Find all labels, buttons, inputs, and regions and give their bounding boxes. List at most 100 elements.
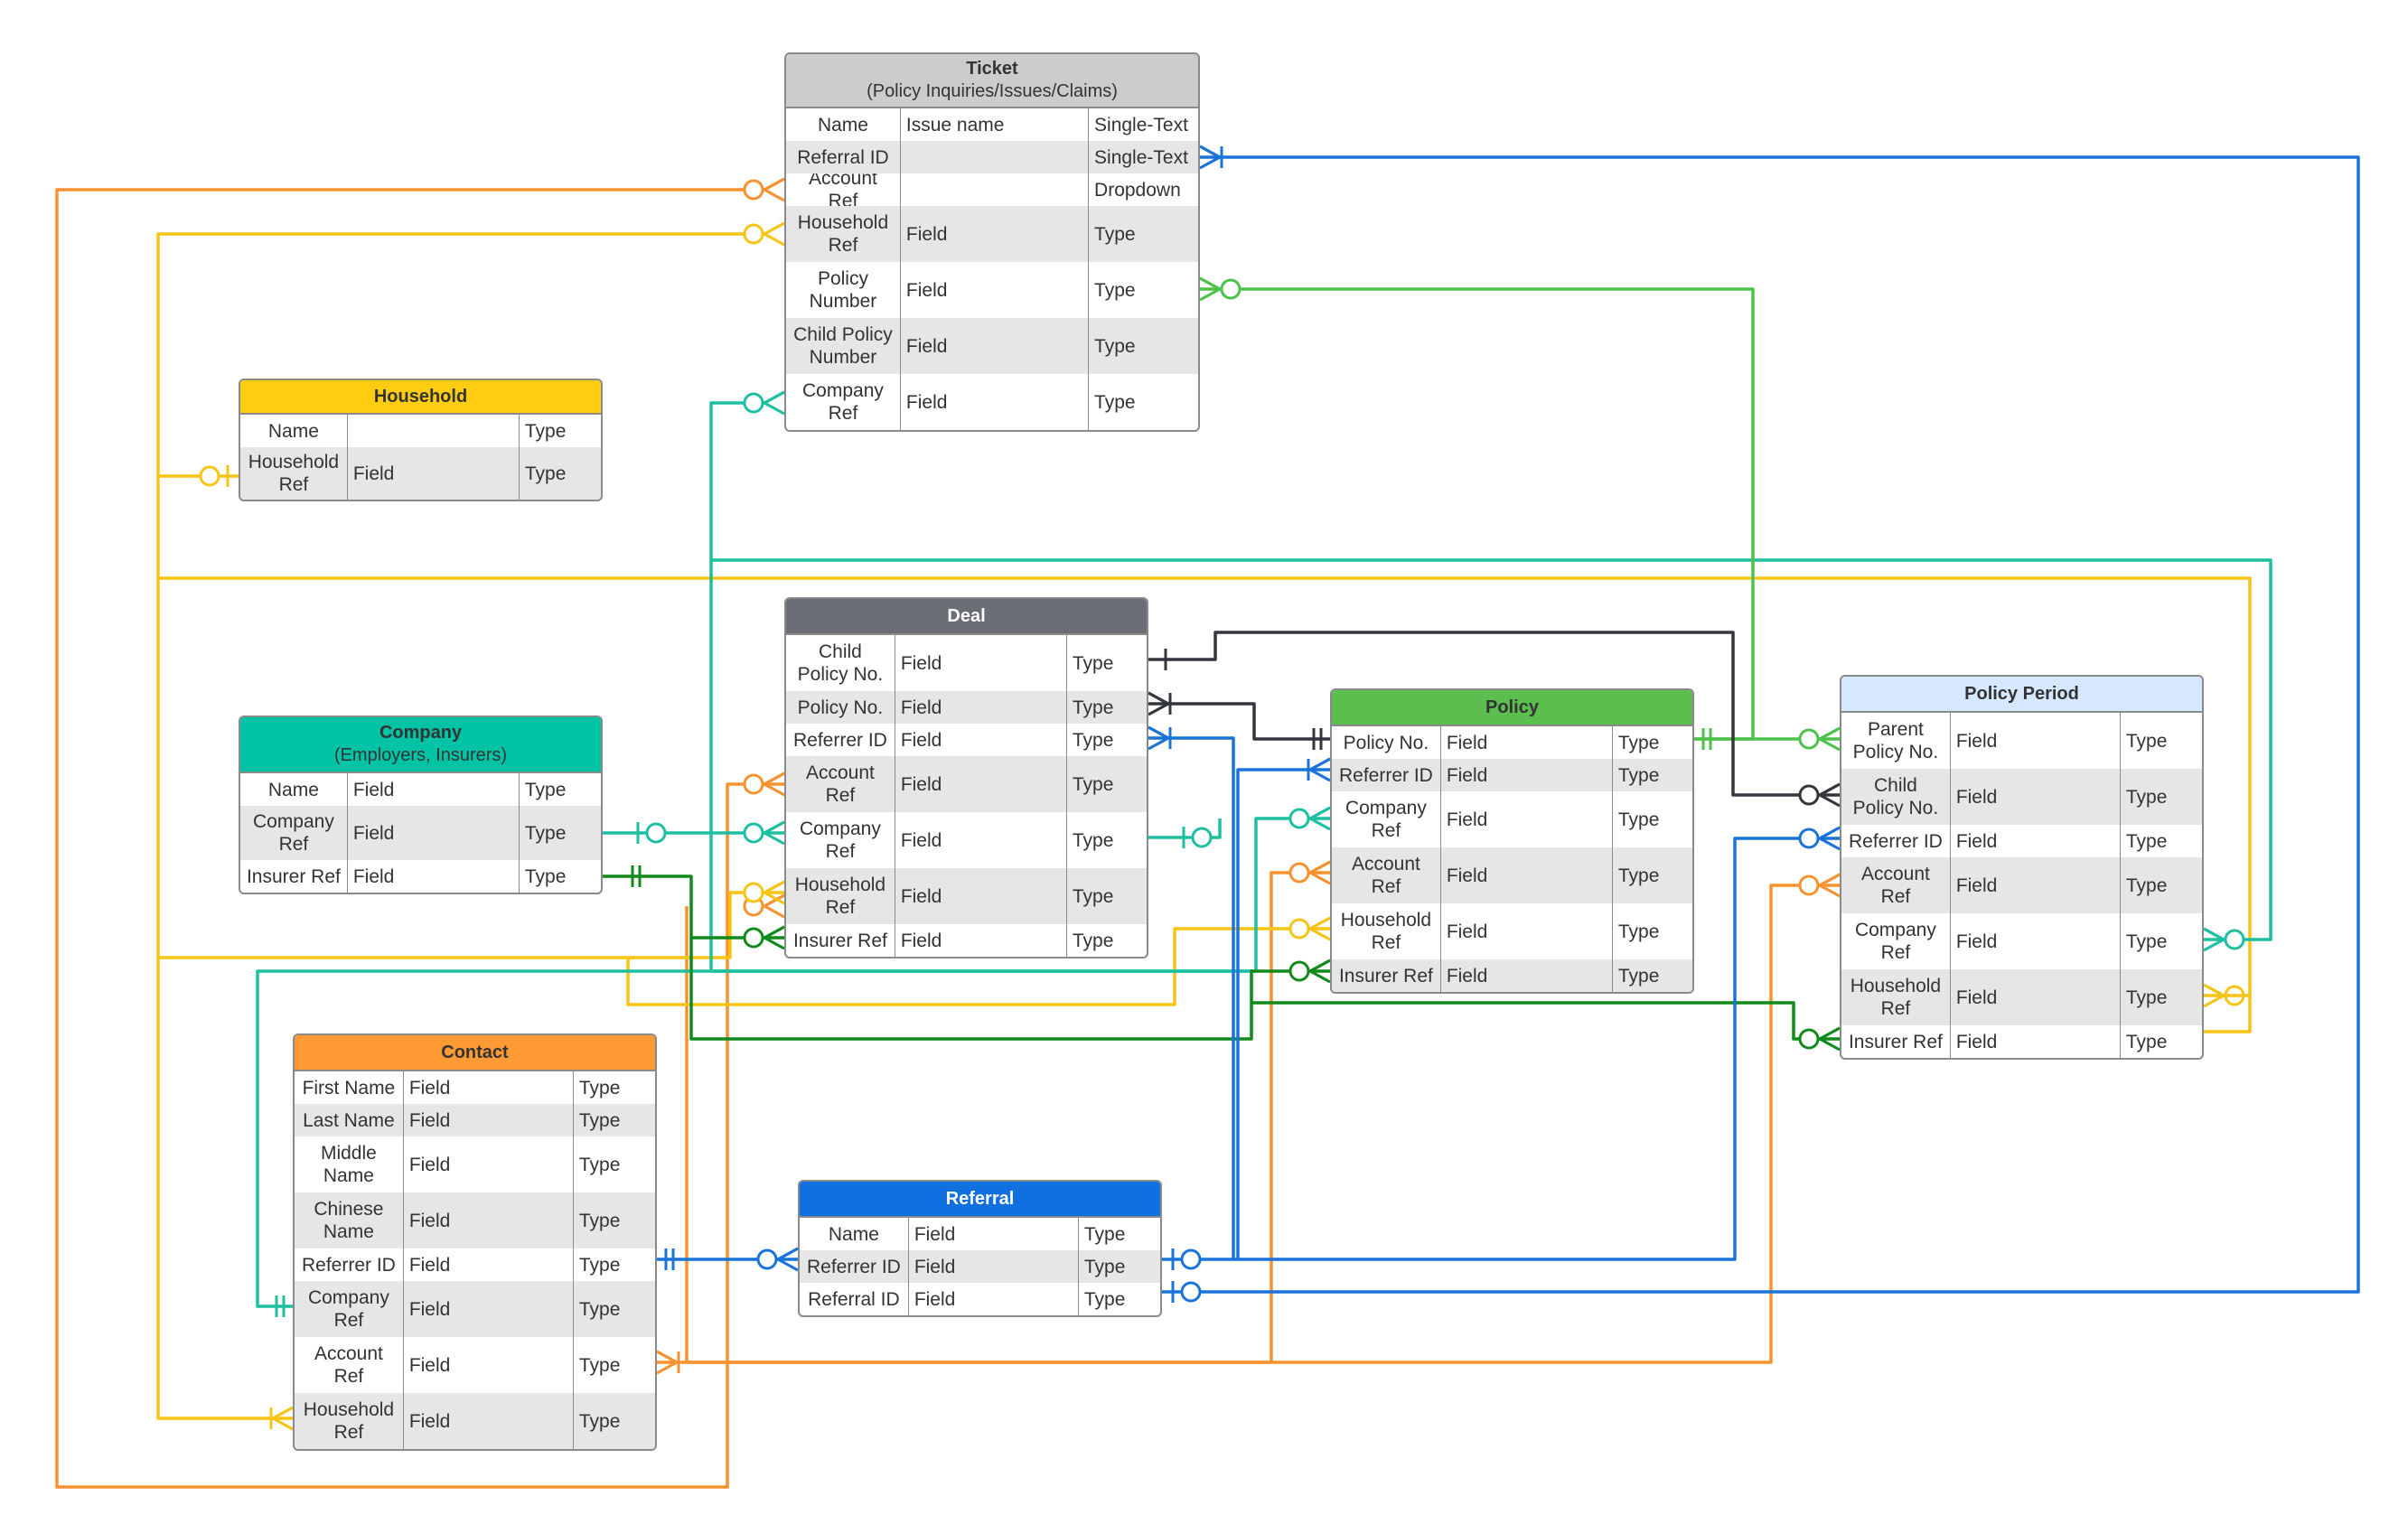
- row-name: Name: [240, 415, 348, 447]
- row-field: Field: [1951, 857, 2121, 913]
- optional-marker: [1288, 918, 1310, 940]
- entity-row[interactable]: Household Ref Field Type: [786, 868, 1147, 924]
- entity-row[interactable]: Account Ref Field Type: [1332, 847, 1692, 903]
- entity-row[interactable]: Household Ref Field Type: [786, 206, 1198, 262]
- entity-row[interactable]: Company Ref Field Type: [295, 1281, 655, 1337]
- entity-row[interactable]: Account Ref Field Type: [786, 756, 1147, 812]
- crow-foot-marker: [1819, 884, 1841, 898]
- entity-title: Household: [240, 380, 601, 415]
- row-name: Referrer ID: [800, 1250, 909, 1283]
- row-name: Insurer Ref: [1841, 1025, 1951, 1058]
- entity-row[interactable]: Last Name Field Type: [295, 1104, 655, 1136]
- crow-foot-marker: [2203, 994, 2225, 1008]
- row-field: Field: [895, 724, 1067, 756]
- entity-row[interactable]: Middle Name Field Type: [295, 1136, 655, 1192]
- entity-row[interactable]: Policy No. Field Type: [1332, 726, 1692, 759]
- crow-foot-marker: [764, 177, 785, 192]
- entity-row[interactable]: Household Ref Field Type: [1841, 969, 2202, 1025]
- row-field: Issue name: [901, 108, 1090, 141]
- entity-title-text: Company: [379, 723, 463, 743]
- entity-row[interactable]: First Name Field Type: [295, 1071, 655, 1104]
- entity-row[interactable]: Referrer ID Field Type: [786, 724, 1147, 756]
- row-field: Field: [1441, 726, 1613, 759]
- crow-foot-marker: [1819, 793, 1841, 808]
- entity-row[interactable]: Company Ref Field Type: [1332, 791, 1692, 847]
- row-field: Field: [1951, 913, 2121, 969]
- crow-foot-marker: [1309, 757, 1331, 772]
- entity-row[interactable]: Company Ref Field Type: [1841, 913, 2202, 969]
- entity-row[interactable]: Account Ref Dropdown: [786, 173, 1198, 206]
- entity-row[interactable]: Insurer Ref Field Type: [1841, 1025, 2202, 1058]
- row-field: [348, 415, 520, 447]
- crow-foot-marker: [764, 880, 785, 894]
- entity-row[interactable]: Parent Policy No. Field Type: [1841, 713, 2202, 769]
- entity-row[interactable]: Referrer ID Field Type: [295, 1248, 655, 1281]
- entity-row[interactable]: Household Ref Field Type: [1332, 903, 1692, 959]
- entity-row[interactable]: Child Policy No. Field Type: [786, 635, 1147, 691]
- entity-household[interactable]: Household Name Type Household Ref Field Type: [239, 379, 603, 501]
- row-field: Field: [404, 1337, 574, 1393]
- entity-row[interactable]: Policy Number Field Type: [786, 262, 1198, 318]
- crow-foot-marker: [1819, 1026, 1841, 1041]
- row-type: Type: [524, 779, 567, 800]
- row-name: Account Ref: [1841, 857, 1951, 913]
- entity-row[interactable]: Name Field Type: [240, 773, 601, 806]
- entity-row[interactable]: Name Type: [240, 415, 601, 447]
- entity-row[interactable]: Name Field Type: [800, 1218, 1160, 1250]
- row-field: Field: [895, 635, 1067, 691]
- entity-row[interactable]: Child Policy Number Field Type: [786, 318, 1198, 374]
- crow-foot-marker: [1199, 287, 1221, 302]
- entity-row[interactable]: Insurer Ref Field Type: [786, 924, 1147, 957]
- entity-row[interactable]: Referral ID Field Type: [800, 1283, 1160, 1315]
- row-name: Referrer ID: [295, 1248, 404, 1281]
- row-type: Type: [1617, 965, 1660, 987]
- row-field: Field: [901, 374, 1090, 430]
- row-field: [901, 141, 1090, 173]
- entity-policy[interactable]: Policy Policy No. Field Type Referrer ID Fiel…: [1330, 688, 1694, 994]
- row-name: Policy Number: [786, 262, 901, 318]
- entity-row[interactable]: Referral ID Single-Text: [786, 141, 1198, 173]
- crow-foot-marker: [1819, 737, 1841, 752]
- entity-row[interactable]: Account Ref Field Type: [1841, 857, 2202, 913]
- row-type: Type: [2125, 931, 2168, 952]
- relationship-line: [1200, 287, 1755, 741]
- entity-row[interactable]: Chinese Name Field Type: [295, 1192, 655, 1248]
- optional-marker: [743, 882, 764, 903]
- entity-row[interactable]: Account Ref Field Type: [295, 1337, 655, 1393]
- entity-row[interactable]: Company Ref Field Type: [786, 374, 1198, 430]
- entity-row[interactable]: Insurer Ref Field Type: [240, 860, 601, 893]
- row-field: Field: [909, 1250, 1079, 1283]
- crow-foot-marker: [656, 1361, 678, 1375]
- row-type: Type: [1072, 729, 1114, 751]
- row-field: Field: [1441, 791, 1613, 847]
- entity-row[interactable]: Referrer ID Field Type: [1841, 825, 2202, 857]
- entity-ticket[interactable]: Ticket (Policy Inquiries/Issues/Claims) Na…: [784, 52, 1200, 432]
- entity-row[interactable]: Policy No. Field Type: [786, 691, 1147, 724]
- row-name: Policy No.: [786, 691, 895, 724]
- entity-contact[interactable]: Contact First Name Field Type Last Name Field…: [293, 1033, 657, 1451]
- row-name: Company Ref: [240, 806, 348, 860]
- entity-row[interactable]: Company Ref Field Type: [240, 806, 601, 860]
- row-name: Account Ref: [295, 1337, 404, 1393]
- entity-deal[interactable]: Deal Child Policy No. Field Type Policy No. F…: [784, 597, 1148, 959]
- row-name: Company Ref: [295, 1281, 404, 1337]
- row-name: Insurer Ref: [240, 860, 348, 893]
- entity-row[interactable]: Referrer ID Field Type: [1332, 759, 1692, 791]
- entity-company[interactable]: Company (Employers, Insurers) Name Field Typ…: [239, 715, 603, 894]
- entity-row[interactable]: Company Ref Field Type: [786, 812, 1147, 868]
- entity-policy-period[interactable]: Policy Period Parent Policy No. Field Type C…: [1840, 675, 2204, 1060]
- row-name: Household Ref: [786, 868, 895, 924]
- crow-foot-marker: [764, 936, 785, 950]
- entity-row[interactable]: Insurer Ref Field Type: [1332, 959, 1692, 992]
- entity-row[interactable]: Household Ref Field Type: [240, 447, 601, 500]
- optional-marker: [1798, 728, 1820, 750]
- entity-referral[interactable]: Referral Name Field Type Referrer ID Field Typ…: [798, 1180, 1162, 1317]
- entity-row[interactable]: Referrer ID Field Type: [800, 1250, 1160, 1283]
- row-type: Type: [524, 822, 567, 844]
- row-field: [901, 173, 1090, 206]
- row-type: Type: [524, 865, 567, 887]
- row-name: Insurer Ref: [1332, 959, 1441, 992]
- entity-row[interactable]: Household Ref Field Type: [295, 1393, 655, 1449]
- entity-row[interactable]: Child Policy No. Field Type: [1841, 769, 2202, 825]
- entity-row[interactable]: Name Issue name Single-Text: [786, 108, 1198, 141]
